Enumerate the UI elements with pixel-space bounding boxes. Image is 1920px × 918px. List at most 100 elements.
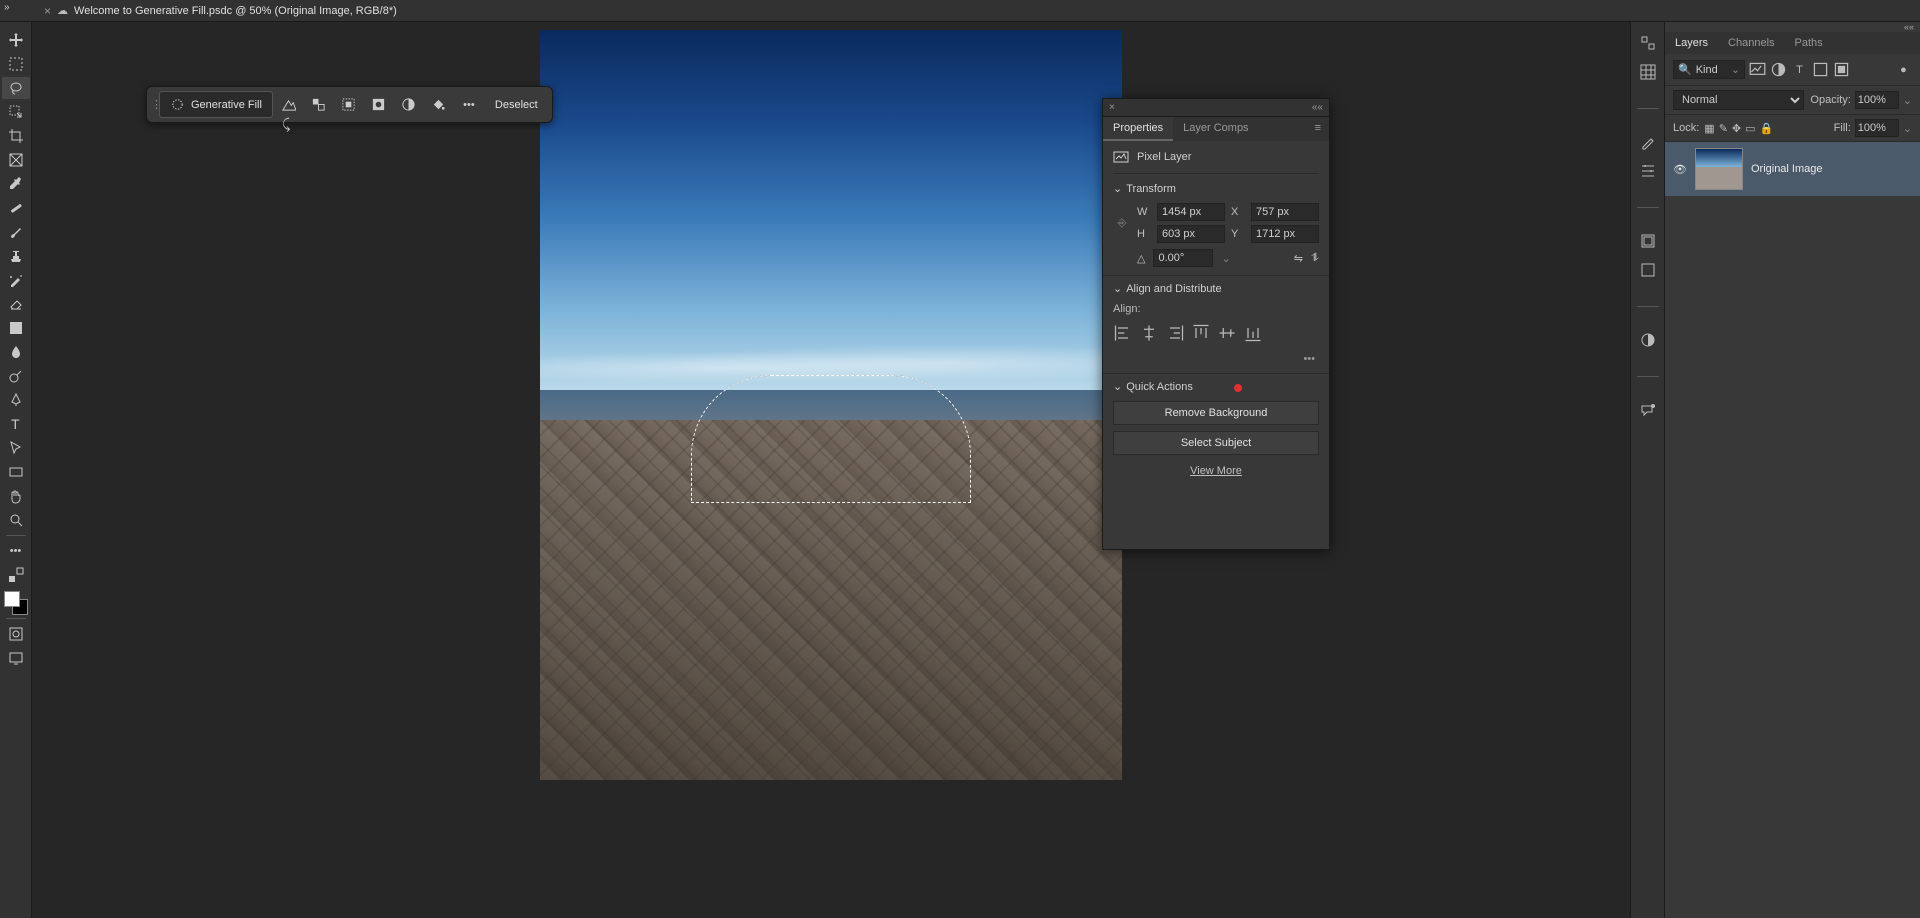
filter-shape-icon[interactable] [1812,61,1829,78]
hand-tool[interactable] [2,485,30,507]
chevron-down-icon[interactable]: ⌄ [1731,63,1740,76]
type-tool[interactable]: T [2,413,30,435]
document-canvas[interactable] [540,30,1122,780]
link-dimensions-icon[interactable]: ⎆ [1113,217,1131,230]
collapse-panel-icon[interactable]: «« [1312,102,1323,113]
angle-dropdown-icon[interactable]: ⌄ [1221,252,1230,265]
pen-tool[interactable] [2,389,30,411]
gradient-tool[interactable] [2,317,30,339]
remove-background-button[interactable]: Remove Background [1113,401,1319,425]
brush-tool[interactable] [2,221,30,243]
frame-tool[interactable] [2,149,30,171]
lock-position-icon[interactable]: ✥ [1732,122,1741,135]
clone-source-icon[interactable] [1639,162,1657,183]
layer-filter-kind[interactable]: 🔍 Kind ⌄ [1673,60,1745,79]
visibility-icon[interactable]: 👁 [1673,163,1687,176]
opacity-input[interactable] [1855,91,1899,109]
edit-toolbar[interactable]: ••• [2,540,30,562]
lock-artboard-icon[interactable]: ▭ [1745,122,1755,135]
history-brush-tool[interactable] [2,269,30,291]
healing-brush-tool[interactable] [2,197,30,219]
align-section-header[interactable]: Align and Distribute [1113,282,1319,295]
lock-pixels-icon[interactable]: ✎ [1719,122,1728,135]
x-input[interactable] [1251,203,1319,221]
align-right-icon[interactable] [1165,323,1185,343]
tab-paths[interactable]: Paths [1785,32,1833,54]
document-tab[interactable]: × ☁ Welcome to Generative Fill.psdc @ 50… [38,0,403,21]
move-tool[interactable] [2,29,30,51]
modify-selection-icon[interactable] [305,92,333,118]
mask-icon[interactable] [365,92,393,118]
layer-name[interactable]: Original Image [1751,163,1823,175]
marquee-tool[interactable] [2,53,30,75]
swatches-panel-icon[interactable] [1639,63,1657,84]
align-more-icon[interactable]: ••• [1113,351,1319,367]
libraries-panel-icon[interactable] [1639,232,1657,253]
align-left-icon[interactable] [1113,323,1133,343]
rectangle-tool[interactable] [2,461,30,483]
clone-stamp-tool[interactable] [2,245,30,267]
quick-mask-icon[interactable] [2,623,30,645]
drag-handle-icon[interactable]: ⋮ [151,93,157,117]
dodge-tool[interactable] [2,365,30,387]
y-input[interactable] [1251,225,1319,243]
zoom-tool[interactable] [2,509,30,531]
blend-mode-select[interactable]: Normal [1673,90,1804,110]
swap-colors-icon[interactable] [2,564,30,586]
object-selection-tool[interactable] [2,101,30,123]
crop-tool[interactable] [2,125,30,147]
align-bottom-icon[interactable] [1243,323,1263,343]
tab-layer-comps[interactable]: Layer Comps [1173,117,1258,141]
align-top-icon[interactable] [1191,323,1211,343]
collapse-chevrons-icon[interactable]: «« [1665,22,1920,32]
screen-mode-icon[interactable] [2,647,30,669]
filter-toggle-icon[interactable]: ● [1895,61,1912,78]
fill-chevron-icon[interactable]: ⌄ [1903,122,1912,135]
width-input[interactable] [1157,203,1225,221]
invert-selection-icon[interactable] [335,92,363,118]
layer-row[interactable]: 👁 Original Image [1665,142,1920,196]
color-swatch[interactable] [4,591,28,615]
panel-menu-icon[interactable]: ≡ [1307,117,1329,141]
tab-layers[interactable]: Layers [1665,32,1718,54]
tab-channels[interactable]: Channels [1718,32,1784,54]
select-subject-button[interactable]: Select Subject [1113,431,1319,455]
comments-panel-icon[interactable] [1639,401,1657,422]
canvas-area[interactable]: ⋮ Generative Fill ••• Deselect ⤹ × «« Pr… [32,22,1630,918]
quick-actions-section-header[interactable]: Quick Actions [1113,380,1319,393]
align-vcenter-icon[interactable] [1217,323,1237,343]
select-subject-icon[interactable] [275,92,303,118]
close-panel-icon[interactable]: × [1109,102,1115,113]
lock-all-icon[interactable]: 🔒 [1760,122,1774,135]
brushes-panel-icon[interactable] [1639,133,1657,154]
eraser-tool[interactable] [2,293,30,315]
align-hcenter-icon[interactable] [1139,323,1159,343]
flip-vertical-icon[interactable]: ⥮ [1311,252,1319,265]
view-more-link[interactable]: View More [1113,461,1319,481]
layer-thumbnail[interactable] [1695,148,1743,190]
color-panel-icon[interactable] [1639,34,1657,55]
path-selection-tool[interactable] [2,437,30,459]
opacity-chevron-icon[interactable]: ⌄ [1903,94,1912,107]
height-input[interactable] [1157,225,1225,243]
filter-smart-icon[interactable] [1833,61,1850,78]
fill-input[interactable] [1855,119,1899,137]
filter-pixel-icon[interactable] [1749,61,1766,78]
angle-input[interactable] [1153,249,1213,267]
lock-transparency-icon[interactable]: ▦ [1704,122,1714,135]
close-tab-icon[interactable]: × [44,4,51,18]
contextual-task-bar[interactable]: ⋮ Generative Fill ••• Deselect [146,86,553,123]
eyedropper-tool[interactable] [2,173,30,195]
filter-type-icon[interactable]: T [1791,61,1808,78]
history-panel-icon[interactable] [1639,261,1657,282]
adjustments-panel-icon[interactable] [1639,331,1657,352]
lasso-tool[interactable] [2,77,30,99]
adjustment-layer-icon[interactable] [395,92,423,118]
transform-section-header[interactable]: Transform [1113,182,1319,195]
fill-selection-icon[interactable] [425,92,453,118]
blur-tool[interactable] [2,341,30,363]
flip-horizontal-icon[interactable]: ⇋ [1294,252,1303,265]
tab-properties[interactable]: Properties [1103,117,1173,141]
expand-chevrons-icon[interactable]: » [4,2,10,13]
filter-adjustment-icon[interactable] [1770,61,1787,78]
